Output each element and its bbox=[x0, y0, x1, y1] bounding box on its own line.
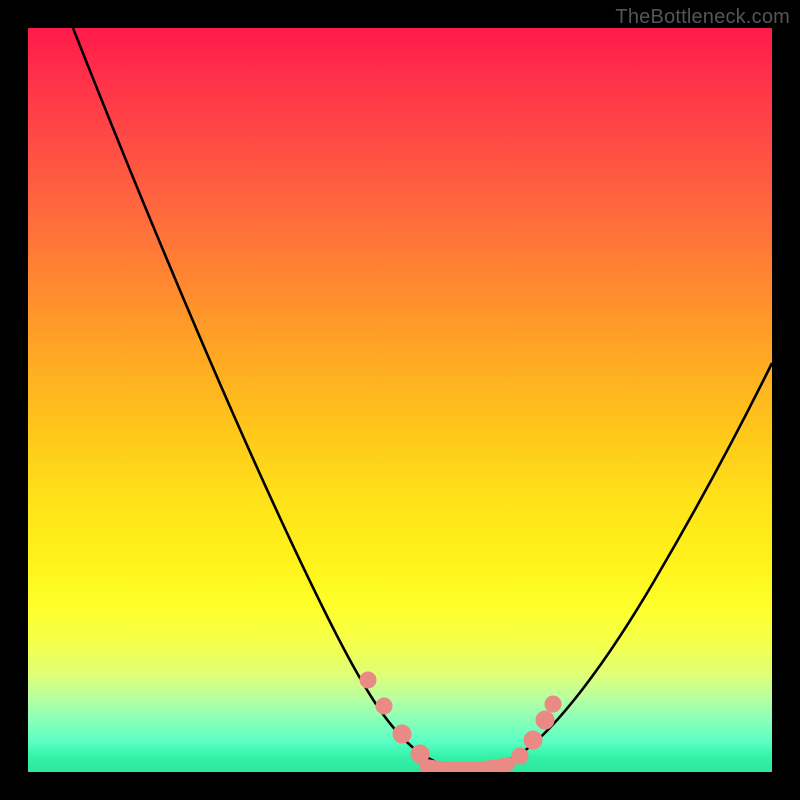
plot-area bbox=[28, 28, 772, 772]
curve-layer bbox=[28, 28, 772, 772]
marker-group bbox=[360, 672, 561, 769]
chart-frame: TheBottleneck.com bbox=[0, 0, 800, 800]
bottleneck-curve bbox=[73, 28, 772, 768]
watermark-text: TheBottleneck.com bbox=[615, 6, 790, 29]
